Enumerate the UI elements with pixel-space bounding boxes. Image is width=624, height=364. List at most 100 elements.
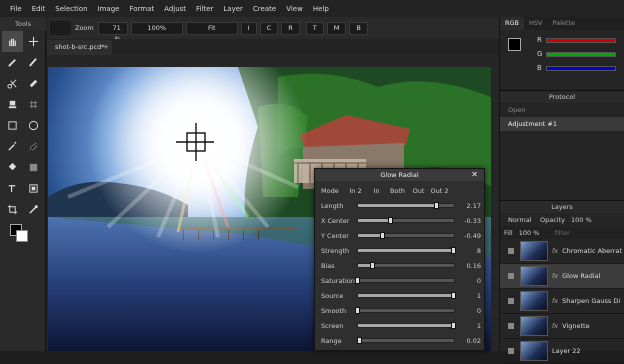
param-value[interactable]: -0.33 [455,217,483,225]
r-slider[interactable] [546,38,616,43]
option-c-button[interactable]: C [259,21,279,35]
layer-filter-input[interactable]: filter [555,229,570,237]
slider-handle[interactable] [355,307,360,314]
param-value[interactable]: 1 [455,292,483,300]
slider-handle[interactable] [379,232,385,239]
param-slider[interactable] [357,322,456,329]
tool-grid[interactable] [23,94,44,115]
mode-out2-button[interactable]: Out 2 [429,187,450,195]
tool-ellipse-select[interactable] [23,115,44,136]
zoom-input[interactable]: 71 % [97,21,128,43]
tool-brush[interactable] [23,52,44,73]
tab-rgb[interactable]: RGB [500,17,525,30]
mode-both-button[interactable]: Both [387,187,408,195]
layer-row[interactable]: fx Chromatic Aberrat [500,239,624,264]
option-r-button[interactable]: R [281,21,300,35]
param-slider[interactable] [355,307,455,314]
opacity-value[interactable]: 100 % [571,216,592,224]
visibility-icon[interactable] [508,323,514,329]
slider-handle[interactable] [451,322,456,329]
visibility-icon[interactable] [508,273,514,279]
background-color-swatch[interactable] [16,230,28,242]
tab-hsv[interactable]: HSV [524,17,547,30]
param-slider[interactable] [357,292,456,299]
menu-filter[interactable]: Filter [196,5,213,13]
param-slider[interactable] [355,277,455,284]
menu-create[interactable]: Create [253,5,276,13]
fg-color-swatch[interactable] [508,38,521,51]
history-item-adjustment[interactable]: Adjustment #1 [500,117,624,131]
menu-layer[interactable]: Layer [223,5,243,13]
menu-selection[interactable]: Selection [55,5,87,13]
param-value[interactable]: -0.49 [455,232,483,240]
param-value[interactable]: 8 [455,247,483,255]
tool-crop[interactable] [2,199,23,220]
param-value[interactable]: 0.16 [455,262,483,270]
tool-scissors[interactable] [2,73,23,94]
fit-button[interactable]: Fit [185,21,238,35]
b-slider[interactable] [546,66,616,71]
param-slider[interactable] [357,262,455,269]
tool-healing[interactable] [23,73,44,94]
tool-stamp[interactable] [2,94,23,115]
tool-magic-wand[interactable] [2,136,23,157]
actual-size-button[interactable]: 100% [130,21,183,35]
slider-handle[interactable] [451,292,456,299]
slider-handle[interactable] [355,277,360,284]
blend-mode-select[interactable]: Normal [508,216,540,224]
param-slider[interactable] [357,202,455,209]
param-value[interactable]: 1 [455,322,483,330]
option-t-button[interactable]: T [305,21,324,35]
slider-handle[interactable] [387,217,393,224]
menu-edit[interactable]: Edit [32,5,46,13]
menu-view[interactable]: View [286,5,303,13]
param-slider[interactable] [357,247,456,254]
slider-handle[interactable] [370,262,376,269]
slider-handle[interactable] [451,247,456,254]
close-icon[interactable]: ✕ [471,169,478,181]
history-item-open[interactable]: Open [500,103,624,117]
tool-eyedropper[interactable] [23,199,44,220]
layer-row[interactable]: fx Sharpen Gauss Di [500,289,624,314]
tool-text[interactable] [2,178,23,199]
slider-handle[interactable] [356,337,362,344]
menu-image[interactable]: Image [98,5,120,13]
g-slider[interactable] [546,52,616,57]
menu-help[interactable]: Help [313,5,329,13]
option-i-button[interactable]: I [240,21,257,35]
menu-format[interactable]: Format [129,5,154,13]
tool-gradient[interactable] [23,157,44,178]
visibility-icon[interactable] [508,348,514,354]
layer-row[interactable]: fx Vignette [500,314,624,339]
tool-bucket[interactable] [2,157,23,178]
visibility-icon[interactable] [508,298,514,304]
tool-lasso[interactable] [23,136,44,157]
mode-out-button[interactable]: Out [408,187,429,195]
visibility-icon[interactable] [508,248,514,254]
mode-in2-button[interactable]: In 2 [345,187,366,195]
menu-adjust[interactable]: Adjust [164,5,186,13]
param-value[interactable]: 0 [455,277,483,285]
param-value[interactable]: 0 [455,307,483,315]
option-m-button[interactable]: M [326,21,347,35]
tool-move[interactable] [23,31,44,52]
param-slider[interactable] [357,217,455,224]
param-slider[interactable] [356,337,455,344]
layer-row[interactable]: fx Glow Radial [500,264,624,289]
tool-rect-select[interactable] [2,115,23,136]
mode-in-button[interactable]: In [366,187,387,195]
tab-palette[interactable]: Palette [547,17,580,30]
tool-transform[interactable] [23,178,44,199]
param-value[interactable]: 0.02 [455,337,483,345]
tool-pencil[interactable] [2,52,23,73]
slider-handle[interactable] [433,202,439,209]
dialog-title-bar[interactable]: Glow Radial ✕ [315,169,484,181]
menu-file[interactable]: File [10,5,22,13]
param-value[interactable]: 2.17 [455,202,483,210]
new-tab-button[interactable]: + [103,40,109,55]
option-b-button[interactable]: B [349,21,368,35]
fill-value[interactable]: 100 % [519,229,555,237]
layer-row[interactable]: Layer 22 [500,339,624,364]
tool-hand[interactable] [2,31,23,52]
param-slider[interactable] [357,232,455,239]
